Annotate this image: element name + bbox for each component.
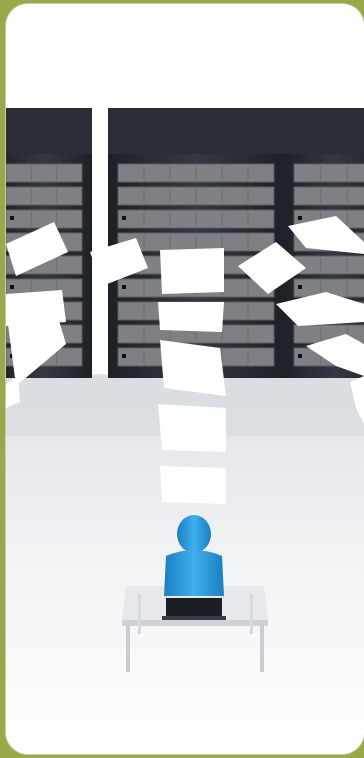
desk-front bbox=[122, 620, 268, 626]
desk-leg bbox=[126, 624, 130, 672]
rack-led bbox=[10, 216, 14, 220]
rack-top bbox=[284, 108, 364, 154]
rack-led bbox=[10, 285, 14, 289]
rack-led bbox=[122, 285, 126, 289]
rack-led bbox=[122, 354, 126, 358]
paper bbox=[160, 340, 226, 396]
rack-drive-panel bbox=[6, 163, 83, 183]
desk-leg bbox=[260, 624, 264, 672]
illustration bbox=[6, 108, 364, 754]
rack-drive-panel bbox=[293, 255, 364, 275]
person-body bbox=[164, 550, 224, 596]
paper bbox=[160, 248, 224, 294]
rack-top bbox=[6, 108, 92, 154]
rack-drive-panel bbox=[6, 186, 83, 206]
rack-drive-panel bbox=[293, 186, 364, 206]
person-head bbox=[177, 515, 211, 553]
rack-led bbox=[122, 216, 126, 220]
rack-drive-panel bbox=[6, 209, 83, 229]
rack-drive-panel bbox=[293, 163, 364, 183]
laptop-screen bbox=[166, 598, 222, 618]
paper bbox=[160, 466, 226, 504]
rack-top bbox=[108, 108, 284, 154]
rack-led bbox=[298, 285, 302, 289]
paper bbox=[158, 404, 226, 452]
desk-leg bbox=[138, 594, 141, 634]
image-card bbox=[6, 4, 364, 754]
laptop bbox=[162, 598, 226, 620]
rack-led bbox=[298, 354, 302, 358]
desk-leg bbox=[250, 594, 253, 634]
laptop-base bbox=[162, 616, 226, 620]
rack-led bbox=[298, 216, 302, 220]
paper bbox=[158, 302, 224, 332]
